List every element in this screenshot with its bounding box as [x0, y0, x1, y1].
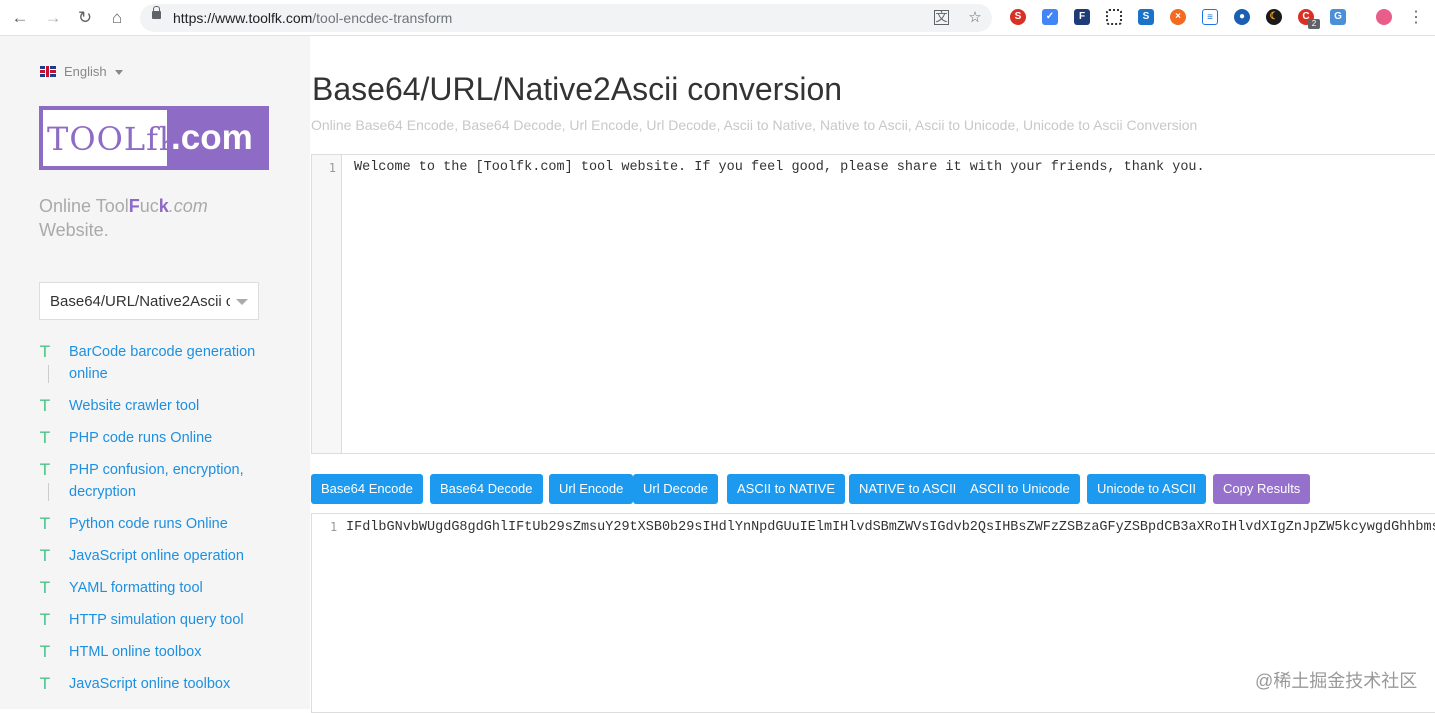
browser-toolbar: ← → ↻ ⌂ https://www.toolfk.com/tool-encd…: [0, 0, 1435, 36]
tool-t-icon: T: [40, 546, 50, 565]
tool-link[interactable]: HTTP simulation query tool: [69, 612, 244, 628]
list-item[interactable]: T HTML online toolbox: [40, 641, 290, 663]
extension-translate-icon[interactable]: G: [1330, 9, 1346, 25]
menu-icon[interactable]: ⋮: [1408, 8, 1424, 28]
output-text[interactable]: IFdlbGNvbWUgdG8gdGhlIFtUb29sZmsuY29tXSB0…: [346, 520, 1435, 535]
page-title: Base64/URL/Native2Ascii conversion: [312, 71, 843, 107]
sidebar: English TOOLfk .com Online ToolFuck.com …: [0, 36, 310, 709]
caret-down-icon: [114, 70, 123, 75]
main-content: Base64/URL/Native2Ascii conversion Onlin…: [310, 36, 1435, 713]
tool-link[interactable]: JavaScript online toolbox: [69, 676, 230, 692]
ascii-to-native-button[interactable]: ASCII to NATIVE: [727, 474, 846, 504]
base64-decode-button[interactable]: Base64 Decode: [430, 474, 543, 504]
tool-link[interactable]: YAML formatting tool: [69, 580, 203, 596]
output-line-number: 1: [330, 520, 338, 534]
url-text: https://www.toolfk.com/tool-encdec-trans…: [173, 10, 452, 26]
lock-icon: [152, 6, 161, 19]
tool-link[interactable]: BarCode barcode generation online: [69, 344, 255, 382]
tool-link[interactable]: Website crawler tool: [69, 398, 199, 414]
list-item[interactable]: T Python code runs Online: [40, 513, 290, 535]
tagline-mid: u: [139, 196, 150, 216]
url-encode-button[interactable]: Url Encode: [549, 474, 634, 504]
extension-f-icon[interactable]: F: [1074, 9, 1090, 25]
list-item[interactable]: T Website crawler tool: [40, 395, 290, 417]
bookmark-star-icon[interactable]: ☆: [966, 9, 984, 27]
extension-s-blue-icon[interactable]: S: [1138, 9, 1154, 25]
extension-orange-icon[interactable]: ×: [1170, 9, 1186, 25]
unicode-to-ascii-button[interactable]: Unicode to ASCII: [1087, 474, 1206, 504]
input-line-number: 1: [328, 161, 336, 175]
tool-t-icon: T: [40, 674, 50, 693]
input-gutter: 1: [312, 155, 342, 453]
extension-globe-icon[interactable]: ●: [1234, 9, 1250, 25]
site-logo[interactable]: TOOLfk .com: [39, 106, 269, 170]
url-host: https://www.toolfk.com: [173, 10, 313, 26]
extension-check-icon[interactable]: ✓: [1042, 9, 1058, 25]
site-tagline: Online ToolFuck.com Website.: [39, 194, 279, 242]
extension-badge: 2: [1308, 19, 1320, 29]
tool-t-icon: T: [40, 514, 50, 533]
list-item[interactable]: T JavaScript online toolbox: [40, 673, 290, 695]
list-item[interactable]: T YAML formatting tool: [40, 577, 290, 599]
watermark: @稀土掘金技术社区: [1255, 671, 1418, 691]
list-item[interactable]: T HTTP simulation query tool: [40, 609, 290, 631]
tool-t-icon: T: [40, 342, 50, 361]
page-subtitle: Online Base64 Encode, Base64 Decode, Url…: [311, 117, 1198, 133]
address-bar[interactable]: https://www.toolfk.com/tool-encdec-trans…: [140, 4, 992, 32]
tagline-k: k: [158, 196, 169, 216]
tool-list: T BarCode barcode generation online T Webs…: [40, 341, 290, 705]
tool-link[interactable]: HTML online toolbox: [69, 644, 201, 660]
tagline-suffix: .com: [168, 196, 208, 216]
tool-t-icon: T: [40, 428, 50, 447]
tagline-c: c: [149, 196, 159, 216]
native-to-ascii-button[interactable]: NATIVE to ASCII: [849, 474, 967, 504]
tool-link[interactable]: Python code runs Online: [69, 516, 228, 532]
input-editor[interactable]: 1 Welcome to the [Toolfk.com] tool websi…: [311, 154, 1435, 454]
url-path: /tool-encdec-transform: [312, 10, 453, 26]
language-selector[interactable]: English: [40, 64, 123, 79]
tool-t-icon: T: [40, 578, 50, 597]
translate-icon[interactable]: 文: [934, 10, 949, 25]
input-text[interactable]: Welcome to the [Toolfk.com] tool website…: [354, 160, 1205, 175]
ascii-to-unicode-button[interactable]: ASCII to Unicode: [960, 474, 1080, 504]
select-caret-icon: [236, 299, 248, 305]
copy-results-button[interactable]: Copy Results: [1213, 474, 1311, 504]
tool-link[interactable]: JavaScript online operation: [69, 548, 244, 564]
extension-s-icon[interactable]: S: [1010, 9, 1026, 25]
tool-t-icon: T: [40, 460, 50, 479]
tool-select-value: Base64/URL/Native2Ascii conversion: [50, 293, 230, 310]
tagline-line2: Website.: [39, 220, 109, 240]
logo-text-right: .com: [171, 118, 253, 157]
list-item[interactable]: T BarCode barcode generation online: [40, 341, 290, 385]
list-item[interactable]: T JavaScript online operation: [40, 545, 290, 567]
tool-select[interactable]: Base64/URL/Native2Ascii conversion: [39, 282, 259, 320]
extension-moon-icon[interactable]: ☾: [1266, 9, 1282, 25]
tool-t-icon: T: [40, 610, 50, 629]
forward-icon[interactable]: →: [42, 7, 64, 29]
url-decode-button[interactable]: Url Decode: [633, 474, 719, 504]
logo-box: TOOLfk: [43, 110, 178, 166]
tool-link[interactable]: PHP code runs Online: [69, 430, 212, 446]
list-item[interactable]: T PHP confusion, encryption, decryption: [40, 459, 290, 503]
tagline-f: F: [128, 196, 140, 216]
reload-icon[interactable]: ↻: [74, 7, 96, 29]
tool-t-icon: T: [40, 642, 50, 661]
home-icon[interactable]: ⌂: [106, 7, 128, 29]
list-item[interactable]: T PHP code runs Online: [40, 427, 290, 449]
tagline-prefix: Online Tool: [39, 196, 129, 216]
uk-flag-icon: [40, 66, 56, 77]
tool-t-icon: T: [40, 396, 50, 415]
back-icon[interactable]: ←: [9, 7, 31, 29]
extension-qr-icon[interactable]: [1106, 9, 1122, 25]
extension-doc-icon[interactable]: ≡: [1202, 9, 1218, 25]
base64-encode-button[interactable]: Base64 Encode: [311, 474, 423, 504]
language-label: English: [64, 64, 107, 79]
tool-link[interactable]: PHP confusion, encryption, decryption: [69, 462, 244, 500]
logo-text-left: TOOLfk: [47, 120, 180, 158]
avatar[interactable]: [1376, 9, 1392, 25]
